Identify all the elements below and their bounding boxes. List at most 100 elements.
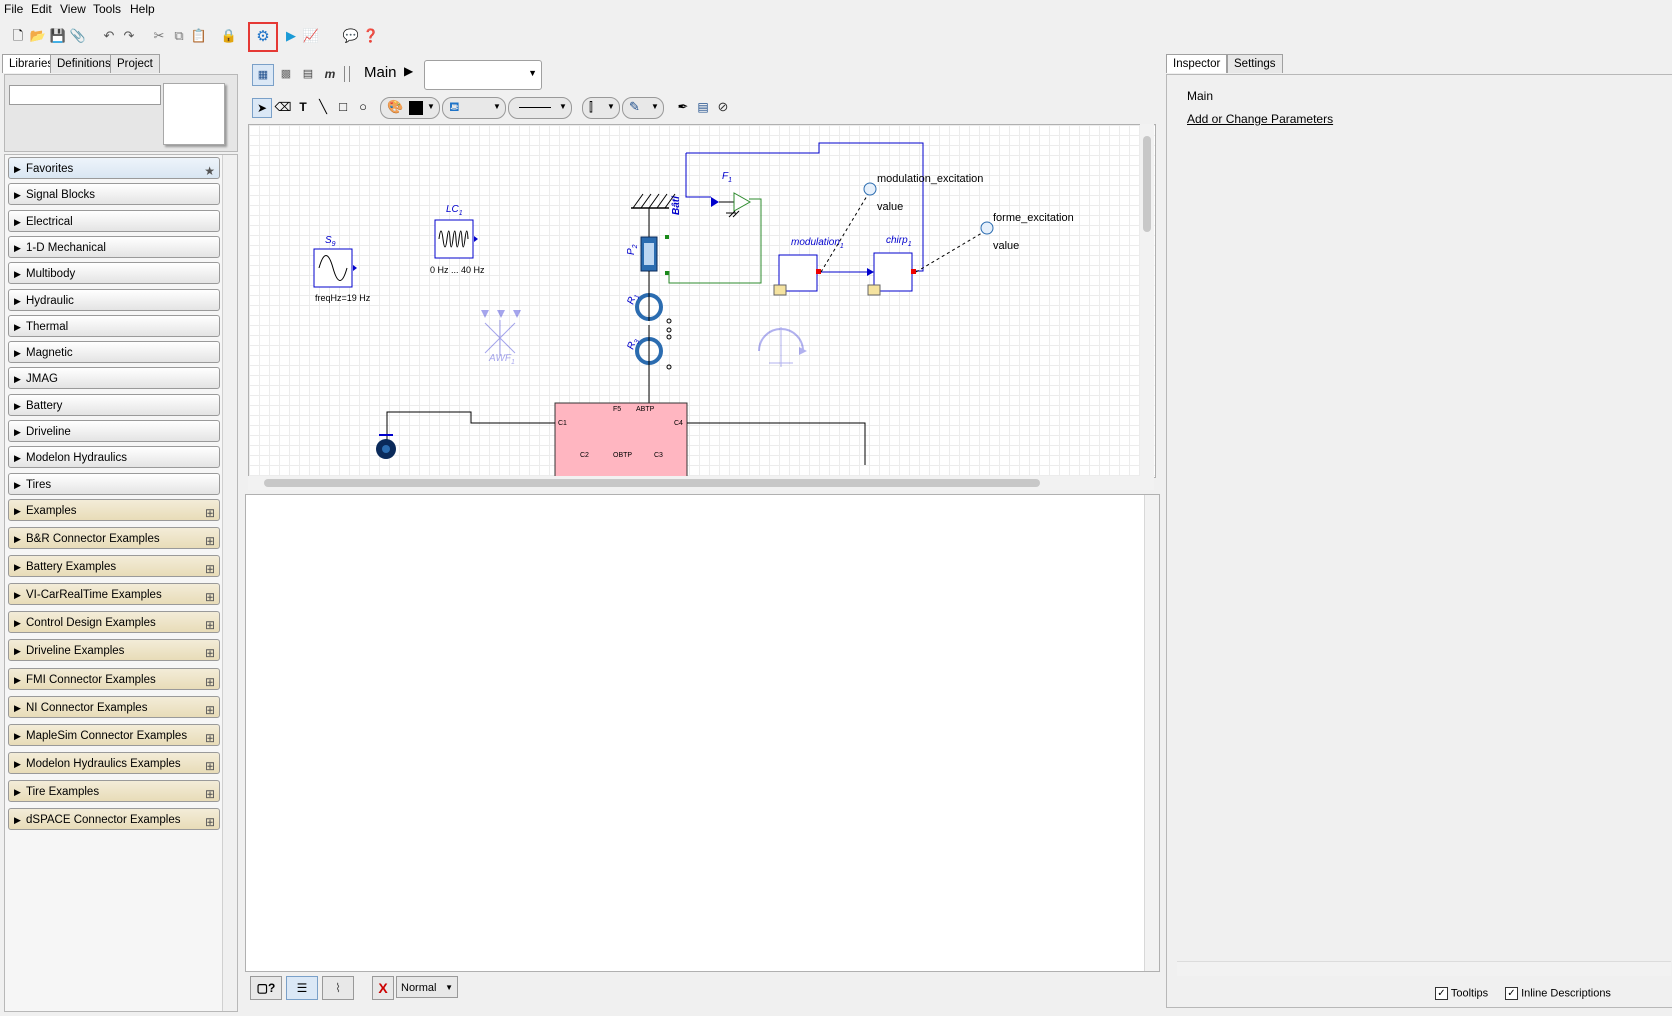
library-item[interactable]: ▶ Hydraulic <box>8 288 220 311</box>
diagram-canvas[interactable]: S9 freqHz=19 Hz LC1 0 Hz ... 40 Hz AWF1 … <box>248 124 1156 478</box>
message-level-select[interactable]: Normal ▼ <box>396 976 458 998</box>
ellipse-tool-icon[interactable]: ○ <box>354 98 372 116</box>
library-item[interactable]: ▶ VI-CarRealTime Examples ⊞ <box>8 583 220 606</box>
tooltips-checkbox[interactable]: ✓ Tooltips <box>1435 987 1488 1000</box>
run-simulation-icon[interactable]: ▶ <box>282 27 300 45</box>
add-parameters-link[interactable]: Add or Change Parameters <box>1187 112 1333 126</box>
breadcrumb-arrow-icon[interactable]: ▶ <box>404 64 413 78</box>
attach-icon[interactable]: 📎 <box>69 27 87 45</box>
canvas-horizontal-scrollbar[interactable] <box>248 476 1154 490</box>
library-item[interactable]: ▶ Control Design Examples ⊞ <box>8 611 220 634</box>
help-icon[interactable]: ❓ <box>362 27 380 45</box>
library-item[interactable]: ▶ Thermal <box>8 314 220 337</box>
new-file-icon[interactable]: 🗋 <box>9 27 27 45</box>
subsystem-select[interactable]: ▼ <box>424 60 542 90</box>
save-icon[interactable]: 💾 <box>49 27 67 45</box>
rectangle-tool-icon[interactable]: □ <box>334 98 352 116</box>
breadcrumb-main[interactable]: Main <box>364 64 397 81</box>
pen-icon[interactable]: ✒ <box>674 98 692 116</box>
prismatic-joint-block[interactable] <box>640 227 669 295</box>
car-body-block[interactable]: F5 ABTP C1 C4 C2 OBTP C3 <box>554 402 688 477</box>
modelica-view-icon[interactable]: m <box>320 64 340 84</box>
inspector-hscrollbar[interactable] <box>1177 961 1671 976</box>
eraser-icon[interactable]: ⌫ <box>274 98 292 116</box>
menu-help[interactable]: Help <box>130 2 155 16</box>
menu-file[interactable]: File <box>4 2 23 16</box>
library-item[interactable]: ▶ Modelon Hydraulics <box>8 446 220 469</box>
awf-block[interactable]: AWF1 <box>481 310 521 366</box>
revolute-joint-1[interactable] <box>635 293 672 333</box>
library-item[interactable]: ▶ Driveline Examples ⊞ <box>8 639 220 662</box>
settings-gear-icon[interactable]: ⚙ <box>248 22 278 52</box>
force-sensor-block[interactable] <box>711 192 752 218</box>
library-item[interactable]: ▶ B&R Connector Examples ⊞ <box>8 527 220 549</box>
library-item[interactable]: ▶ Modelon Hydraulics Examples ⊞ <box>8 751 220 774</box>
color-picker[interactable]: 🎨 ▼ <box>380 97 440 119</box>
library-item[interactable]: ▶ dSPACE Connector Examples ⊞ <box>8 808 220 830</box>
model-diagram[interactable]: S9 freqHz=19 Hz LC1 0 Hz ... 40 Hz AWF1 … <box>249 125 1155 477</box>
fixed-ground[interactable] <box>631 193 676 227</box>
line-tool-icon[interactable]: ╲ <box>314 98 332 116</box>
tire-block[interactable] <box>376 434 396 459</box>
signal-wire-green[interactable] <box>668 198 762 284</box>
output-panel[interactable] <box>245 494 1160 972</box>
modulation-excitation-probe[interactable] <box>863 182 877 196</box>
inline-descriptions-checkbox[interactable]: ✓ Inline Descriptions <box>1505 987 1611 1000</box>
library-item[interactable]: ▶ NI Connector Examples ⊞ <box>8 695 220 718</box>
library-item[interactable]: ▶ Battery <box>8 393 220 416</box>
sine-source-block[interactable] <box>313 248 357 288</box>
library-item[interactable]: ▶ Electrical <box>8 209 220 232</box>
select-arrow-icon[interactable]: ➤ <box>252 98 272 118</box>
tab-inspector[interactable]: Inspector <box>1166 54 1228 73</box>
revolute-joint-3[interactable] <box>635 325 672 405</box>
library-item[interactable]: ▶ MapleSim Connector Examples ⊞ <box>8 723 220 746</box>
chirp-source-block[interactable] <box>434 219 478 259</box>
chirp-block[interactable] <box>867 252 916 296</box>
text-tool-icon[interactable]: T <box>294 98 312 116</box>
plot-icon[interactable]: 📈 <box>302 27 320 45</box>
library-item[interactable]: ▶ JMAG <box>8 367 220 390</box>
help-messages-icon[interactable]: ▢? <box>250 976 282 1000</box>
library-item[interactable]: ▶ Tires <box>8 472 220 495</box>
align-picker[interactable]: ⫿ ▼ <box>582 97 620 119</box>
tab-definitions[interactable]: Definitions <box>50 54 118 73</box>
lock-icon[interactable]: 🔒 <box>220 27 238 45</box>
messages-list-icon[interactable]: ☰ <box>286 976 318 1000</box>
no-entry-icon[interactable]: ⊘ <box>714 98 732 116</box>
cut-icon[interactable]: ✂ <box>150 27 168 45</box>
open-folder-icon[interactable]: 📂 <box>29 27 47 45</box>
undo-icon[interactable]: ↶ <box>100 27 118 45</box>
library-item[interactable]: ▶ Multibody <box>8 262 220 285</box>
library-item[interactable]: ▶ Driveline <box>8 420 220 442</box>
library-item[interactable]: ▶ Tire Examples ⊞ <box>8 779 220 802</box>
library-item[interactable]: ▶ Examples ⊞ <box>8 498 220 521</box>
chat-icon[interactable]: 💬 <box>342 27 360 45</box>
signal-plot-icon[interactable]: ⌇ <box>322 976 354 1000</box>
library-item[interactable]: ▶ Battery Examples ⊞ <box>8 555 220 578</box>
forme-excitation-probe[interactable] <box>980 221 994 235</box>
library-item[interactable]: ▶ FMI Connector Examples ⊞ <box>8 667 220 690</box>
icon-view-icon[interactable]: ▩ <box>276 64 296 84</box>
modulation-block[interactable] <box>773 254 874 296</box>
fill-picker[interactable]: ⛾ ▼ <box>442 97 506 119</box>
library-item[interactable]: ▶ Favorites ★ <box>8 157 220 179</box>
probe-picker[interactable]: ✎ ▼ <box>622 97 664 119</box>
canvas-hscroll-thumb[interactable] <box>264 479 1040 487</box>
redo-icon[interactable]: ↷ <box>120 27 138 45</box>
tab-settings[interactable]: Settings <box>1227 54 1283 73</box>
diagram-view-icon[interactable]: ▦ <box>252 64 274 86</box>
menu-tools[interactable]: Tools <box>93 2 121 16</box>
canvas-vertical-scrollbar[interactable] <box>1140 124 1154 476</box>
library-search-input[interactable] <box>9 85 161 105</box>
library-item[interactable]: ▶ Signal Blocks <box>8 183 220 206</box>
library-scrollbar[interactable] <box>222 155 237 1011</box>
library-item[interactable]: ▶ 1-D Mechanical <box>8 235 220 258</box>
output-scrollbar[interactable] <box>1144 495 1159 971</box>
clear-messages-icon[interactable]: X <box>372 976 394 1000</box>
library-item[interactable]: ▶ Magnetic <box>8 341 220 364</box>
paste-icon[interactable]: 📋 <box>190 27 208 45</box>
parameters-view-icon[interactable]: ▤ <box>298 64 318 84</box>
line-style-picker[interactable]: ▼ <box>508 97 572 119</box>
menu-edit[interactable]: Edit <box>31 2 52 16</box>
menu-view[interactable]: View <box>60 2 86 16</box>
